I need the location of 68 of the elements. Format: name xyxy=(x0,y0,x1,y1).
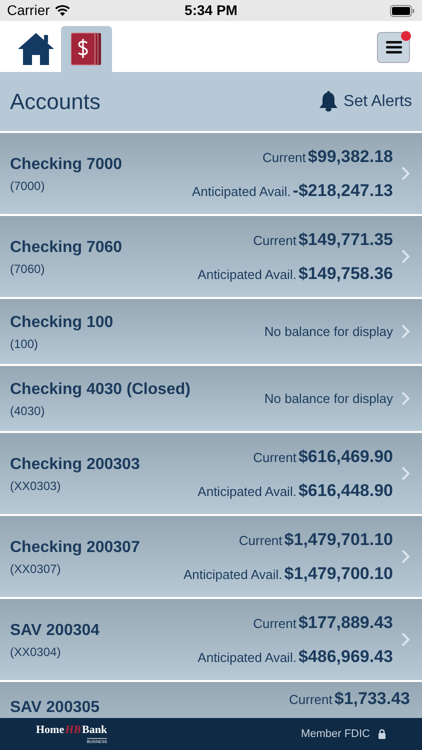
account-row[interactable]: Checking 4030 (Closed) (4030) No balance for display xyxy=(0,366,422,431)
balance-label: Anticipated Avail. xyxy=(198,482,296,501)
account-name: Checking 7000 xyxy=(10,154,122,174)
accounts-tab[interactable] xyxy=(61,26,112,72)
account-number: (XX0307) xyxy=(10,560,62,578)
balance-label: Current xyxy=(253,615,296,633)
balance-amount: $1,479,700.10 xyxy=(284,562,393,584)
balance-label: Current xyxy=(253,232,296,250)
chevron-icon xyxy=(401,324,410,339)
carrier-label: Carrier xyxy=(7,1,50,20)
chevron-icon xyxy=(401,391,410,406)
account-name: Checking 200303 xyxy=(10,454,140,474)
chevron-icon xyxy=(401,549,410,564)
account-name: Checking 200307 xyxy=(10,538,140,558)
chevron-icon xyxy=(401,249,410,264)
balance-label: Anticipated Avail. xyxy=(198,266,296,284)
set-alerts-button[interactable]: Set Alerts xyxy=(318,90,412,114)
balance-amount: $1,733.43 xyxy=(334,688,410,710)
account-row[interactable]: Checking 7000 (7000) Current$99,382.18 Anticipated Avail.-$218,247.13 xyxy=(0,133,422,214)
balance-amount: -$218,247.13 xyxy=(292,180,393,202)
dollar-cards-icon xyxy=(70,32,102,66)
account-name: Checking 7060 xyxy=(10,238,122,258)
balance-amount: $99,382.18 xyxy=(308,146,393,168)
balance-label: Anticipated Avail. xyxy=(192,182,291,201)
chevron-icon xyxy=(401,166,410,181)
house-icon xyxy=(17,32,55,66)
balance-label: Current xyxy=(289,691,332,709)
account-name: Checking 100 xyxy=(10,312,114,332)
balance-amount: $149,771.35 xyxy=(298,229,393,251)
balance-amount: $149,758.36 xyxy=(298,262,393,284)
account-number: (XX0304) xyxy=(10,644,62,660)
balance-amount: $486,969.43 xyxy=(298,646,393,668)
account-row[interactable]: SAV 200304 (XX0304) Current$177,889.43 Anticipated Avail.$486,969.43 xyxy=(0,599,422,680)
account-row[interactable]: Checking 200303 (XX0303) Current$616,469.90 Anticipated Avail.$616,448.90 xyxy=(0,433,422,514)
account-name: Checking 4030 (Closed) xyxy=(10,380,190,400)
balance-label: Anticipated Avail. xyxy=(184,566,282,584)
account-number: (7060) xyxy=(10,260,46,278)
wifi-icon xyxy=(54,5,70,16)
account-row[interactable]: Checking 100 (100) No balance for display xyxy=(0,299,422,364)
no-balance-message: No balance for display xyxy=(264,390,393,408)
balance-label: Current xyxy=(262,149,306,167)
account-number: (XX0303) xyxy=(10,478,62,494)
account-row[interactable]: Checking 7060 (7060) Current$149,771.35 Anticipated Avail.$149,758.36 xyxy=(0,216,422,297)
balance-label: Anticipated Avail. xyxy=(198,648,296,667)
fdic-label: Member FDIC xyxy=(300,726,370,742)
menu-button[interactable] xyxy=(377,32,410,63)
balance-amount: $616,448.90 xyxy=(298,480,393,502)
chevron-icon xyxy=(401,632,410,647)
chevron-icon xyxy=(401,466,410,481)
balance-label: Current xyxy=(238,532,282,550)
account-number: (4030) xyxy=(10,402,46,420)
balance-label: Current xyxy=(253,449,296,467)
balance-amount: $177,889.43 xyxy=(298,612,393,634)
menu-icon xyxy=(386,41,402,54)
account-row[interactable]: Checking 200307 (XX0307) Current$1,479,701.10 Anticipated Avail.$1,479,700.10 xyxy=(0,516,422,597)
lock-icon xyxy=(378,729,386,739)
clock-label: 5:34 PM xyxy=(184,1,238,20)
account-number: (100) xyxy=(10,336,40,352)
page-title: Accounts xyxy=(10,88,100,116)
account-name: SAV 200304 xyxy=(10,620,100,640)
bell-icon xyxy=(318,91,338,112)
account-row[interactable]: SAV 200305 Current$1,733.43 xyxy=(0,682,422,718)
balance-amount: $616,469.90 xyxy=(298,446,393,468)
account-number: (7000) xyxy=(10,178,46,194)
battery-icon xyxy=(390,4,415,16)
no-balance-message: No balance for display xyxy=(264,322,393,341)
balance-amount: $1,479,701.10 xyxy=(284,529,393,551)
account-name: SAV 200305 xyxy=(10,698,100,718)
